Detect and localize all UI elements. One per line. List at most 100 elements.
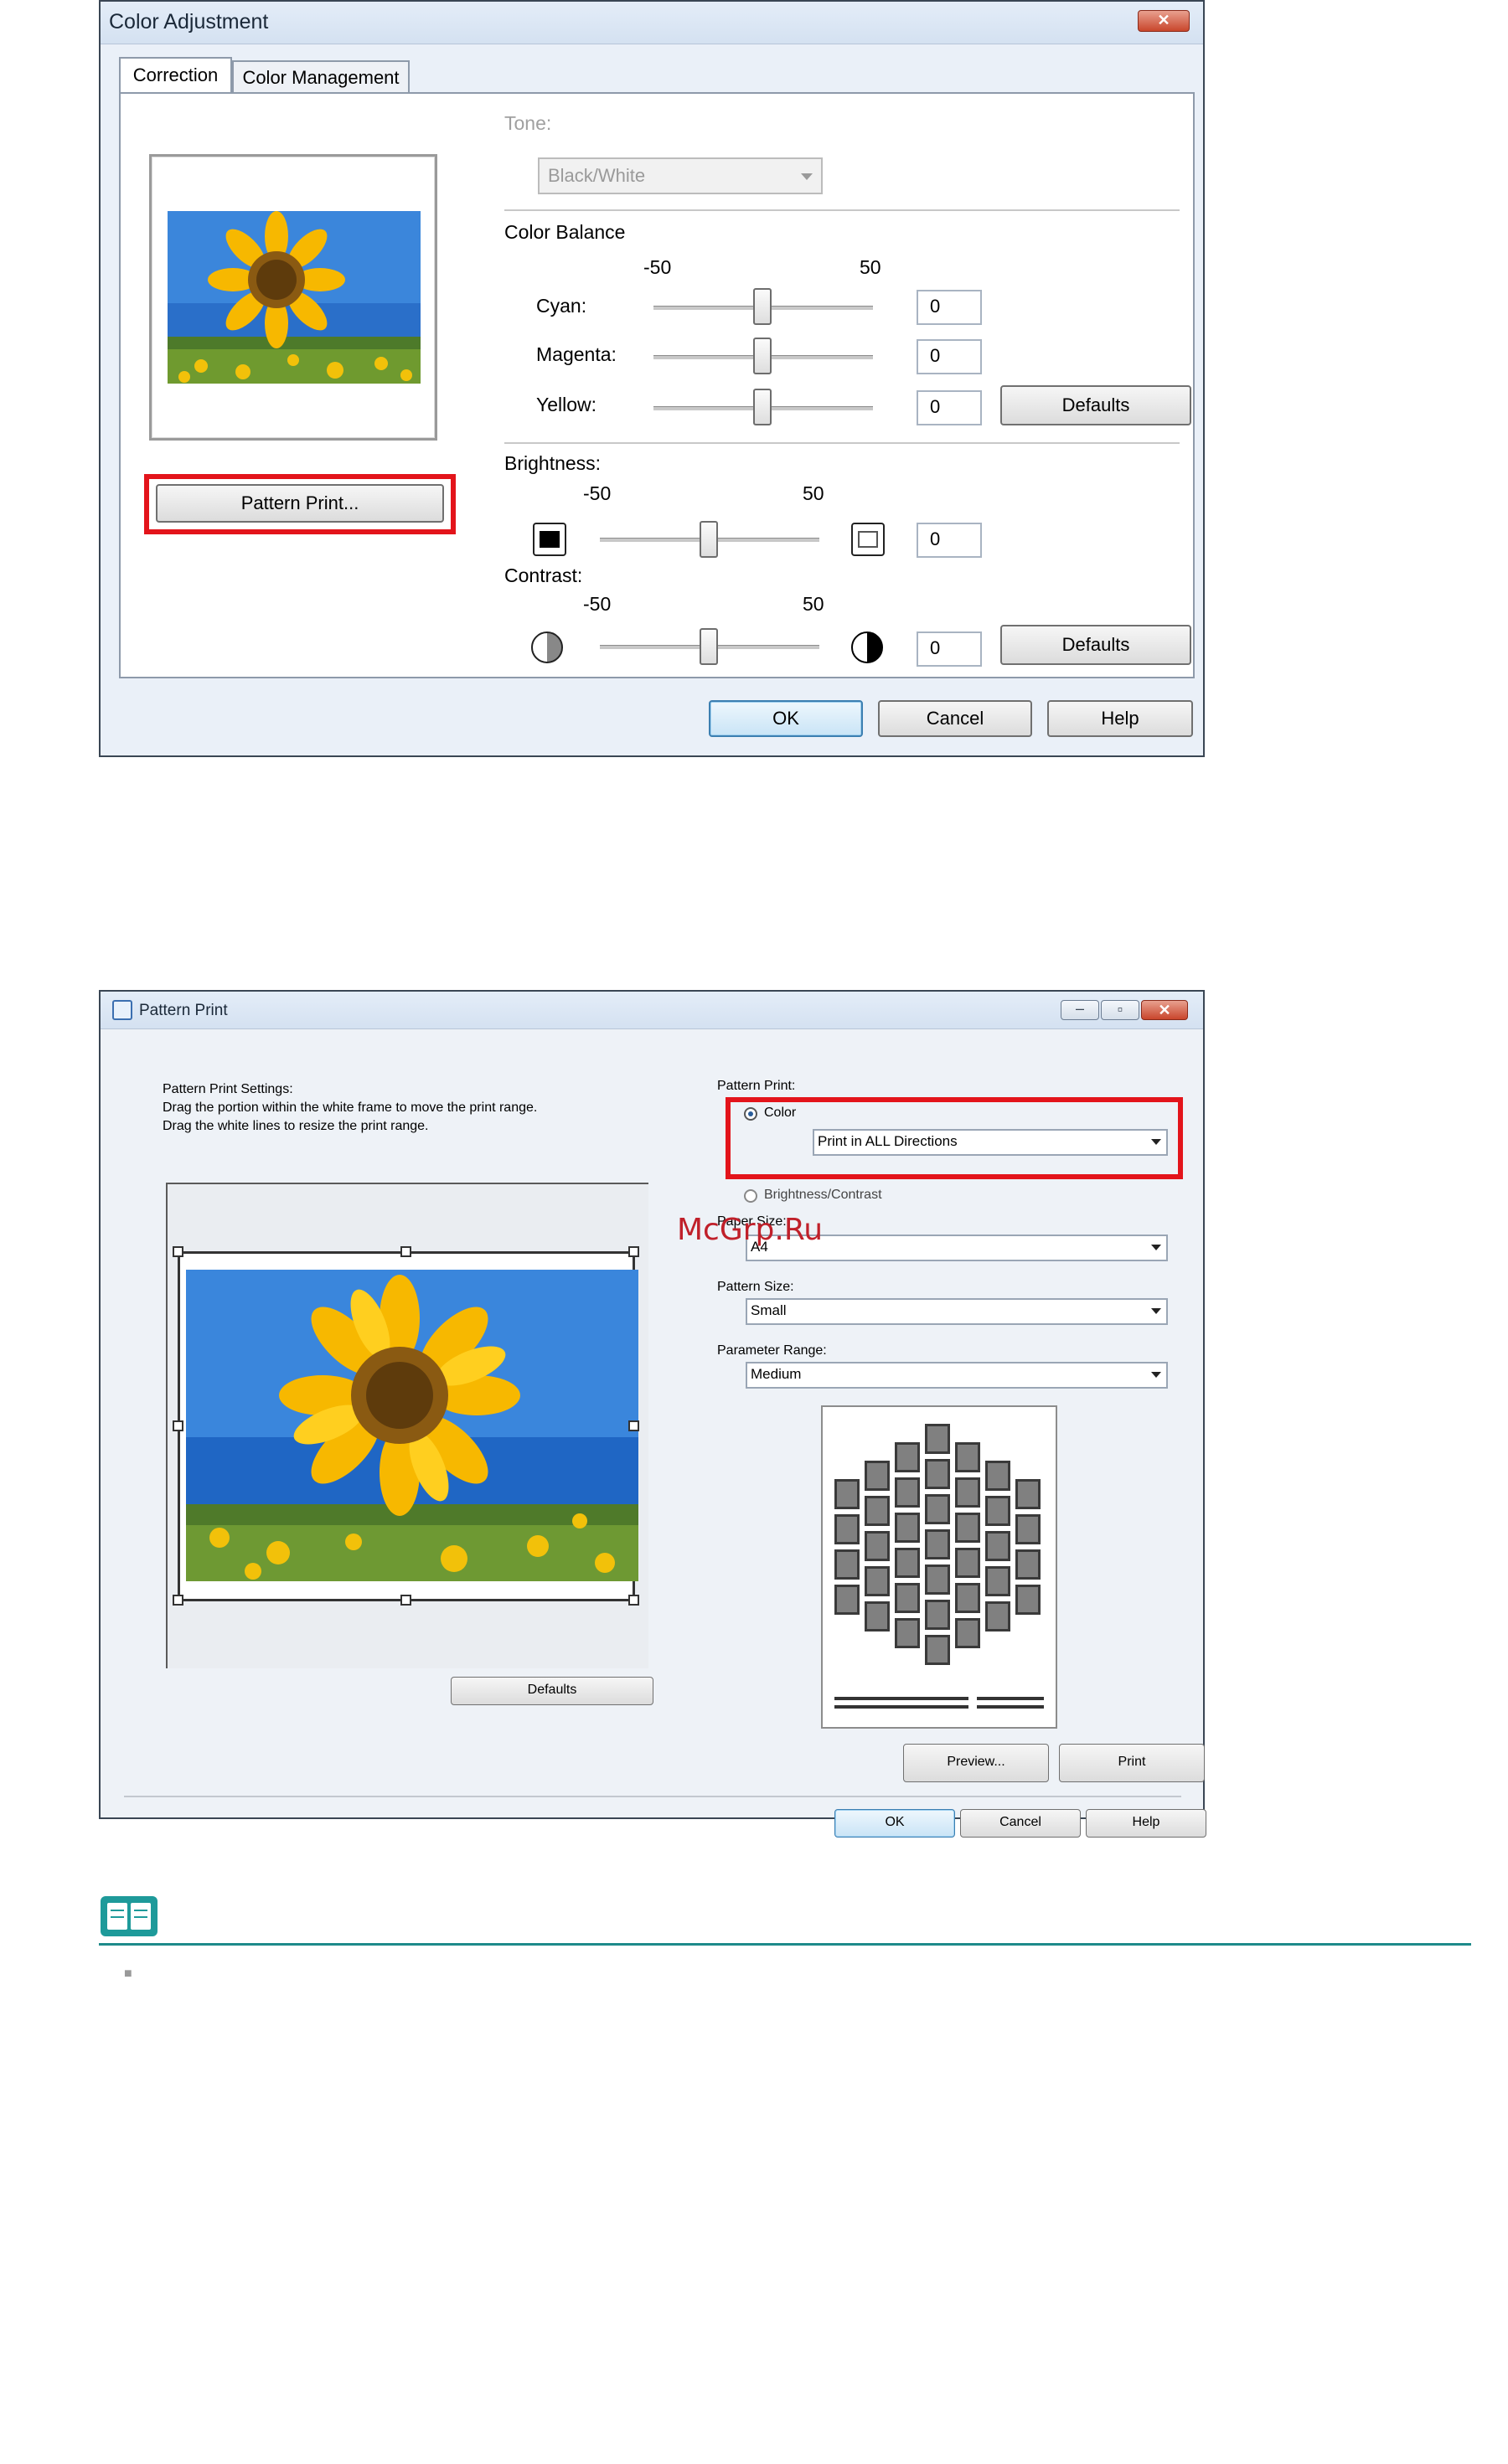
parameter-range-value: Medium <box>751 1366 802 1382</box>
pattern-swatch <box>925 1635 950 1665</box>
maximize-icon[interactable]: ▫ <box>1101 1000 1139 1020</box>
color-balance-label: Color Balance <box>504 221 626 243</box>
resize-handle[interactable] <box>400 1595 411 1606</box>
pattern-swatch <box>985 1531 1010 1561</box>
minimize-icon[interactable]: ‒ <box>1061 1000 1099 1020</box>
tab-correction[interactable]: Correction <box>119 57 232 95</box>
pattern-swatch <box>955 1513 980 1543</box>
chevron-down-icon <box>1151 1245 1161 1250</box>
help-button-label: Help <box>1132 1815 1160 1829</box>
cancel-button-label: Cancel <box>926 708 984 729</box>
settings-instructions: Pattern Print Settings: Drag the portion… <box>163 1080 682 1136</box>
scale-min-label: -50 <box>643 256 672 278</box>
divider <box>504 209 1180 211</box>
resize-handle[interactable] <box>400 1246 411 1257</box>
pattern-swatch <box>925 1564 950 1595</box>
magenta-slider-thumb[interactable] <box>753 338 772 374</box>
high-contrast-icon <box>851 631 883 663</box>
brightness-slider-thumb[interactable] <box>700 521 718 558</box>
cancel-button[interactable]: Cancel <box>960 1809 1081 1838</box>
pattern-swatch <box>955 1442 980 1472</box>
tab-color-management[interactable]: Color Management <box>232 60 410 94</box>
pattern-swatch <box>895 1477 920 1508</box>
cyan-slider-thumb[interactable] <box>753 288 772 325</box>
direction-select-value: Print in ALL Directions <box>818 1133 958 1149</box>
settings-heading: Pattern Print Settings: <box>163 1082 293 1096</box>
pattern-swatch <box>895 1548 920 1578</box>
close-icon[interactable]: ✕ <box>1141 1000 1188 1020</box>
cancel-button[interactable]: Cancel <box>878 700 1032 737</box>
brightness-min-label: -50 <box>583 482 612 504</box>
parameter-range-select[interactable]: Medium <box>746 1362 1168 1389</box>
note-rule <box>99 1943 1471 1946</box>
chevron-down-icon <box>1151 1372 1161 1378</box>
help-button[interactable]: Help <box>1047 700 1193 737</box>
pattern-swatch <box>925 1459 950 1489</box>
contrast-defaults-button[interactable]: Defaults <box>1000 625 1191 665</box>
direction-select[interactable]: Print in ALL Directions <box>813 1129 1168 1156</box>
brightness-value-field[interactable]: 0 <box>917 523 982 558</box>
divider <box>124 1796 1181 1797</box>
magenta-value-field[interactable]: 0 <box>917 339 982 374</box>
contrast-label: Contrast: <box>504 564 583 586</box>
dialog-title: Pattern Print <box>139 1002 228 1019</box>
cyan-value-field[interactable]: 0 <box>917 290 982 325</box>
resize-handle[interactable] <box>173 1595 183 1606</box>
scale-max-label: 50 <box>860 256 881 278</box>
title-bar: Pattern Print ‒ ▫ ✕ <box>101 992 1203 1029</box>
info-line <box>834 1697 968 1700</box>
pattern-swatch <box>834 1585 860 1615</box>
pattern-swatch <box>865 1496 890 1526</box>
pattern-print-button[interactable]: Pattern Print... <box>156 484 444 523</box>
pattern-swatch <box>955 1618 980 1648</box>
note-icon <box>101 1896 158 1936</box>
resize-handle[interactable] <box>173 1246 183 1257</box>
settings-line-move: Drag the portion within the white frame … <box>163 1101 538 1115</box>
pattern-swatch <box>985 1601 1010 1631</box>
ok-button-label: OK <box>885 1815 905 1829</box>
print-button[interactable]: Print <box>1059 1744 1205 1782</box>
pattern-swatch <box>865 1461 890 1491</box>
defaults-button[interactable]: Defaults <box>451 1677 653 1705</box>
pattern-swatch <box>865 1566 890 1596</box>
pattern-swatch <box>834 1479 860 1509</box>
pattern-swatch <box>834 1549 860 1580</box>
ok-button[interactable]: OK <box>709 700 863 737</box>
pattern-swatch <box>985 1461 1010 1491</box>
pattern-print-dialog: Pattern Print ‒ ▫ ✕ Pattern Print Settin… <box>99 990 1205 1819</box>
note-bullet: ■ <box>124 1967 132 1981</box>
contrast-slider-thumb[interactable] <box>700 628 718 665</box>
yellow-slider-thumb[interactable] <box>753 389 772 425</box>
resize-handle[interactable] <box>628 1595 639 1606</box>
tone-select: Black/White <box>538 157 823 194</box>
brightness-contrast-radio[interactable] <box>744 1189 757 1203</box>
color-balance-defaults-button[interactable]: Defaults <box>1000 385 1191 425</box>
info-line <box>977 1705 1044 1709</box>
preview-button[interactable]: Preview... <box>903 1744 1049 1782</box>
pattern-swatch <box>895 1618 920 1648</box>
resize-handle[interactable] <box>628 1246 639 1257</box>
pattern-swatch <box>985 1566 1010 1596</box>
pattern-size-select[interactable]: Small <box>746 1298 1168 1325</box>
pattern-swatch <box>955 1477 980 1508</box>
tone-label: Tone: <box>504 112 552 134</box>
contrast-value-field[interactable]: 0 <box>917 631 982 667</box>
resize-handle[interactable] <box>173 1420 183 1431</box>
yellow-value-field[interactable]: 0 <box>917 390 982 425</box>
ok-button[interactable]: OK <box>834 1809 955 1838</box>
pattern-size-label: Pattern Size: <box>717 1280 794 1294</box>
color-radio[interactable] <box>744 1107 757 1121</box>
pattern-print-button-label: Pattern Print... <box>240 492 359 513</box>
parameter-range-label: Parameter Range: <box>717 1343 827 1358</box>
pattern-swatch <box>955 1548 980 1578</box>
title-bar: Color Adjustment ✕ <box>101 2 1203 44</box>
resize-handle[interactable] <box>628 1420 639 1431</box>
preview-image <box>168 211 421 384</box>
help-button[interactable]: Help <box>1086 1809 1206 1838</box>
pattern-size-value: Small <box>751 1302 787 1318</box>
pattern-swatch <box>925 1600 950 1630</box>
close-icon[interactable]: ✕ <box>1138 10 1190 32</box>
divider <box>504 442 1180 444</box>
watermark: McGrp.Ru <box>677 1213 824 1247</box>
chevron-down-icon <box>801 173 813 180</box>
